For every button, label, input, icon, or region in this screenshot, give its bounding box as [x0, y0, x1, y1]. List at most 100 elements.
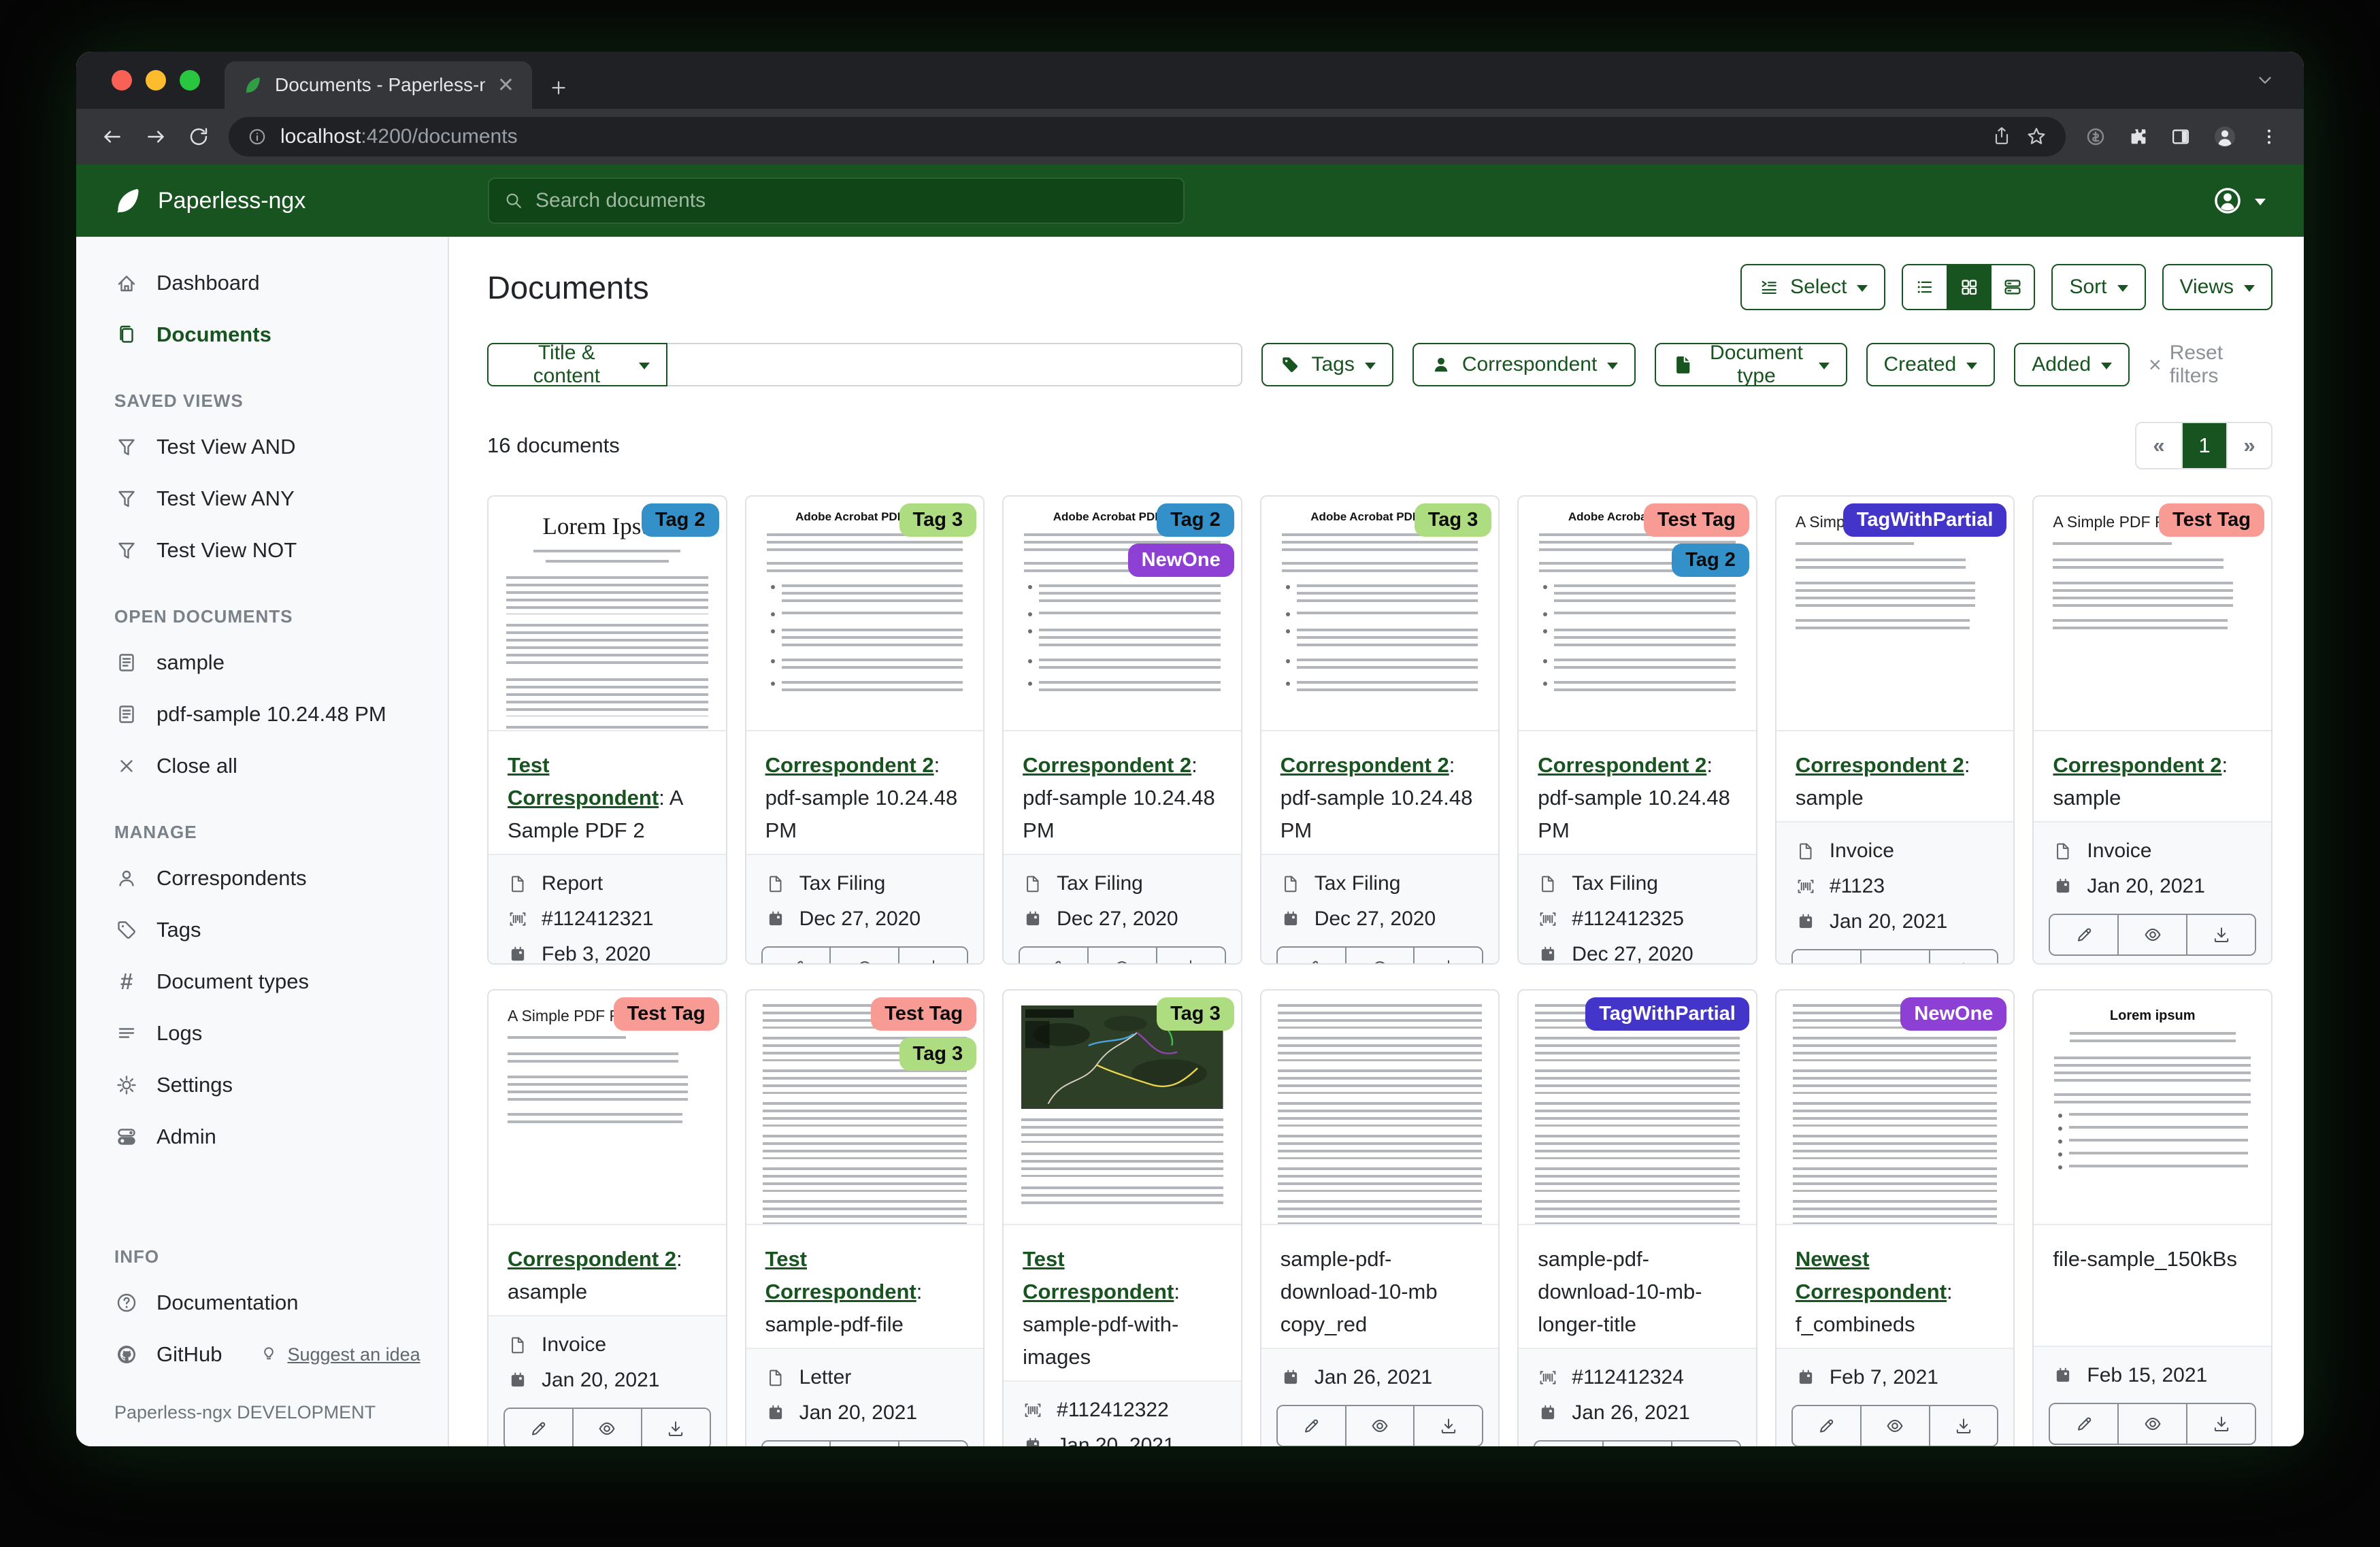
sidebar-item-documentation[interactable]: Documentation: [76, 1277, 448, 1329]
sidebar-item-documents[interactable]: Documents: [76, 309, 448, 361]
document-thumbnail[interactable]: Test Tag Tag 3: [746, 991, 984, 1225]
document-thumbnail[interactable]: Lorem ipsum: [2034, 991, 2271, 1225]
sidebar-item-dashboard[interactable]: Dashboard: [76, 257, 448, 309]
correspondent-link[interactable]: Test Correspondent: [1023, 1247, 1174, 1303]
tag-badge-tag-3[interactable]: Tag 3: [1157, 997, 1234, 1031]
sidebar-item-test-view-and[interactable]: Test View AND: [76, 421, 448, 473]
document-card[interactable]: Test TagTag 3Test Correspondent: sample-…: [745, 989, 985, 1446]
side-panel-icon[interactable]: [2169, 125, 2192, 148]
tag-badge-test-tag[interactable]: Test Tag: [614, 997, 719, 1031]
select-button[interactable]: Select: [1740, 264, 1885, 310]
document-thumbnail[interactable]: A Simple PDF FileTagWithPartial: [1776, 497, 2014, 731]
tag-badge-tag-2[interactable]: Tag 2: [642, 503, 719, 537]
sidebar-item-admin[interactable]: Admin: [76, 1111, 448, 1163]
edit-button[interactable]: [763, 1442, 830, 1446]
sidebar-item-github[interactable]: GitHub: [76, 1329, 235, 1380]
edit-button[interactable]: [1020, 948, 1087, 965]
edit-button[interactable]: [1278, 1406, 1345, 1446]
document-card[interactable]: A Simple PDF FileTagWithPartial Correspon…: [1775, 495, 2015, 965]
extension-badge-icon[interactable]: [2083, 124, 2108, 149]
detail-view-button[interactable]: [1990, 265, 2034, 309]
sidebar-item-correspondents[interactable]: Correspondents: [76, 852, 448, 904]
download-button[interactable]: [641, 1409, 710, 1446]
document-thumbnail[interactable]: Adobe Acrobat PDF FilesTag 3: [746, 497, 984, 731]
download-button[interactable]: [1929, 1406, 1998, 1446]
zoom-window-button[interactable]: [180, 70, 200, 90]
preview-button[interactable]: [1860, 950, 1929, 965]
sidebar-item-tags[interactable]: Tags: [76, 904, 448, 956]
sidebar-item-settings[interactable]: Settings: [76, 1059, 448, 1111]
url-bar[interactable]: localhost:4200/documents: [229, 117, 2066, 156]
tag-badge-tag-3[interactable]: Tag 3: [1415, 503, 1492, 537]
document-card[interactable]: Lorem IpsumTag 2Test Correspondent: A Sa…: [487, 495, 727, 965]
document-thumbnail[interactable]: Tag 3: [1004, 991, 1241, 1225]
download-button[interactable]: [1413, 1406, 1482, 1446]
preview-button[interactable]: [1860, 1406, 1929, 1446]
correspondent-link[interactable]: Correspondent 2: [508, 1247, 676, 1271]
reset-filters-button[interactable]: × Reset filters: [2149, 342, 2272, 388]
tab-strip-chevron-icon[interactable]: [2253, 69, 2277, 92]
document-thumbnail[interactable]: A Simple PDF FileTest Tag: [489, 991, 726, 1225]
next-page-button[interactable]: »: [2226, 423, 2271, 468]
tag-badge-tag-2[interactable]: Tag 2: [1672, 544, 1749, 577]
tag-badge-test-tag[interactable]: Test Tag: [1644, 503, 1749, 537]
sidebar-item-pdf-sample-10-24-48-pm[interactable]: pdf-sample 10.24.48 PM: [76, 688, 448, 740]
preview-button[interactable]: [2117, 915, 2186, 954]
filter-correspondent-button[interactable]: Correspondent: [1412, 343, 1636, 386]
download-button[interactable]: [1929, 950, 1998, 965]
download-button[interactable]: [898, 948, 967, 965]
preview-button[interactable]: [2117, 1404, 2186, 1444]
previous-page-button[interactable]: «: [2136, 423, 2181, 468]
edit-button[interactable]: [763, 948, 830, 965]
tag-badge-tagwithpartial[interactable]: TagWithPartial: [1843, 503, 2007, 537]
document-thumbnail[interactable]: NewOne: [1776, 991, 2014, 1225]
document-thumbnail[interactable]: [1261, 991, 1499, 1225]
extensions-puzzle-icon[interactable]: [2127, 125, 2150, 148]
tag-badge-test-tag[interactable]: Test Tag: [2159, 503, 2264, 537]
preview-button[interactable]: [1345, 948, 1414, 965]
filter-text-input[interactable]: [667, 343, 1243, 386]
preview-button[interactable]: [829, 948, 898, 965]
views-button[interactable]: Views: [2162, 264, 2272, 310]
document-thumbnail[interactable]: A Simple PDF FileTest Tag: [2034, 497, 2271, 731]
document-thumbnail[interactable]: Adobe Acrobat PDF FilesTag 2NewOne: [1004, 497, 1241, 731]
bookmark-star-icon[interactable]: [2025, 125, 2048, 148]
site-info-icon[interactable]: [246, 126, 268, 148]
tag-badge-tag-3[interactable]: Tag 3: [899, 1037, 977, 1071]
account-menu[interactable]: [2211, 184, 2266, 217]
grid-view-button[interactable]: [1947, 265, 1990, 309]
edit-button[interactable]: [1278, 948, 1345, 965]
correspondent-link[interactable]: Newest Correspondent: [1796, 1247, 1947, 1303]
browser-menu-icon[interactable]: [2258, 125, 2281, 148]
tag-badge-test-tag[interactable]: Test Tag: [871, 997, 976, 1031]
edit-button[interactable]: [2050, 915, 2117, 954]
preview-button[interactable]: [1602, 1442, 1671, 1446]
download-button[interactable]: [1156, 948, 1225, 965]
edit-button[interactable]: [505, 1409, 572, 1446]
back-button[interactable]: [99, 124, 125, 150]
suggest-an-idea-link[interactable]: Suggest an idea: [259, 1344, 420, 1365]
correspondent-link[interactable]: Correspondent 2: [2053, 753, 2221, 777]
document-card[interactable]: A Simple PDF FileTest Tag Correspondent 2…: [487, 989, 727, 1446]
document-card[interactable]: sample-pdf-download-10-mb copy_redJan 26…: [1260, 989, 1500, 1446]
sidebar-item-document-types[interactable]: #Document types: [76, 956, 448, 1008]
current-page-button[interactable]: 1: [2181, 423, 2226, 468]
tag-badge-newone[interactable]: NewOne: [1900, 997, 2006, 1031]
document-card[interactable]: Adobe Acrobat PDF FilesTag 3Corresponden…: [1260, 495, 1500, 965]
edit-button[interactable]: [1793, 1406, 1860, 1446]
correspondent-link[interactable]: Correspondent 2: [1796, 753, 1964, 777]
preview-button[interactable]: [1345, 1406, 1414, 1446]
document-thumbnail[interactable]: Adobe Acrobat PDF FilesTag 3: [1261, 497, 1499, 731]
filter-added-button[interactable]: Added: [2014, 343, 2130, 386]
document-card[interactable]: A Simple PDF FileTest Tag Correspondent 2…: [2032, 495, 2272, 965]
edit-button[interactable]: [1793, 950, 1860, 965]
correspondent-link[interactable]: Correspondent 2: [765, 753, 934, 777]
forward-button[interactable]: [143, 124, 169, 150]
document-card[interactable]: Adobe Acrobat PDF FilesTag 2NewOneCorres…: [1002, 495, 1242, 965]
document-card[interactable]: Adobe Acrobat PDF FilesTest TagTag 2Corr…: [1517, 495, 1757, 965]
document-card[interactable]: Tag 3Test Correspondent: sample-pdf-with…: [1002, 989, 1242, 1446]
app-brand[interactable]: Paperless-ngx: [112, 185, 305, 216]
tag-badge-newone[interactable]: NewOne: [1128, 544, 1234, 577]
correspondent-link[interactable]: Correspondent 2: [1538, 753, 1706, 777]
filter-field-selector-button[interactable]: Title & content: [487, 343, 667, 386]
